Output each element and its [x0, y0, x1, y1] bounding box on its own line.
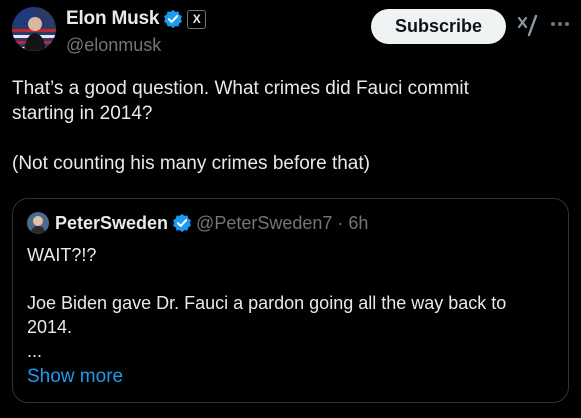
x-affiliate-icon[interactable]: X: [187, 9, 207, 29]
author-name-row: Elon Musk X: [66, 7, 207, 31]
author-name[interactable]: Elon Musk: [66, 8, 159, 30]
quoted-author-avatar: [27, 212, 49, 234]
tweet-text: That’s a good question. What crimes did …: [12, 78, 469, 174]
subscribe-button[interactable]: Subscribe: [371, 9, 506, 44]
author-avatar[interactable]: [12, 7, 56, 51]
grok-icon[interactable]: [516, 14, 540, 38]
quoted-tweet-header: PeterSweden @PeterSweden7 · 6h: [27, 211, 368, 235]
quoted-tweet-card[interactable]: PeterSweden @PeterSweden7 · 6h WAIT?!? J…: [12, 198, 569, 403]
quoted-tweet-text: WAIT?!? Joe Biden gave Dr. Fauci a pardo…: [27, 245, 507, 361]
quoted-author-handle-time: @PeterSweden7 · 6h: [196, 212, 369, 233]
verified-badge-icon: [173, 213, 191, 233]
verified-badge-icon: [164, 9, 183, 29]
more-options-icon[interactable]: [551, 16, 575, 32]
author-handle[interactable]: @elonmusk: [66, 35, 206, 56]
author-block: Elon Musk X @elonmusk: [66, 7, 207, 56]
quoted-author-name: PeterSweden: [55, 212, 169, 233]
show-more-link[interactable]: Show more: [27, 366, 123, 388]
